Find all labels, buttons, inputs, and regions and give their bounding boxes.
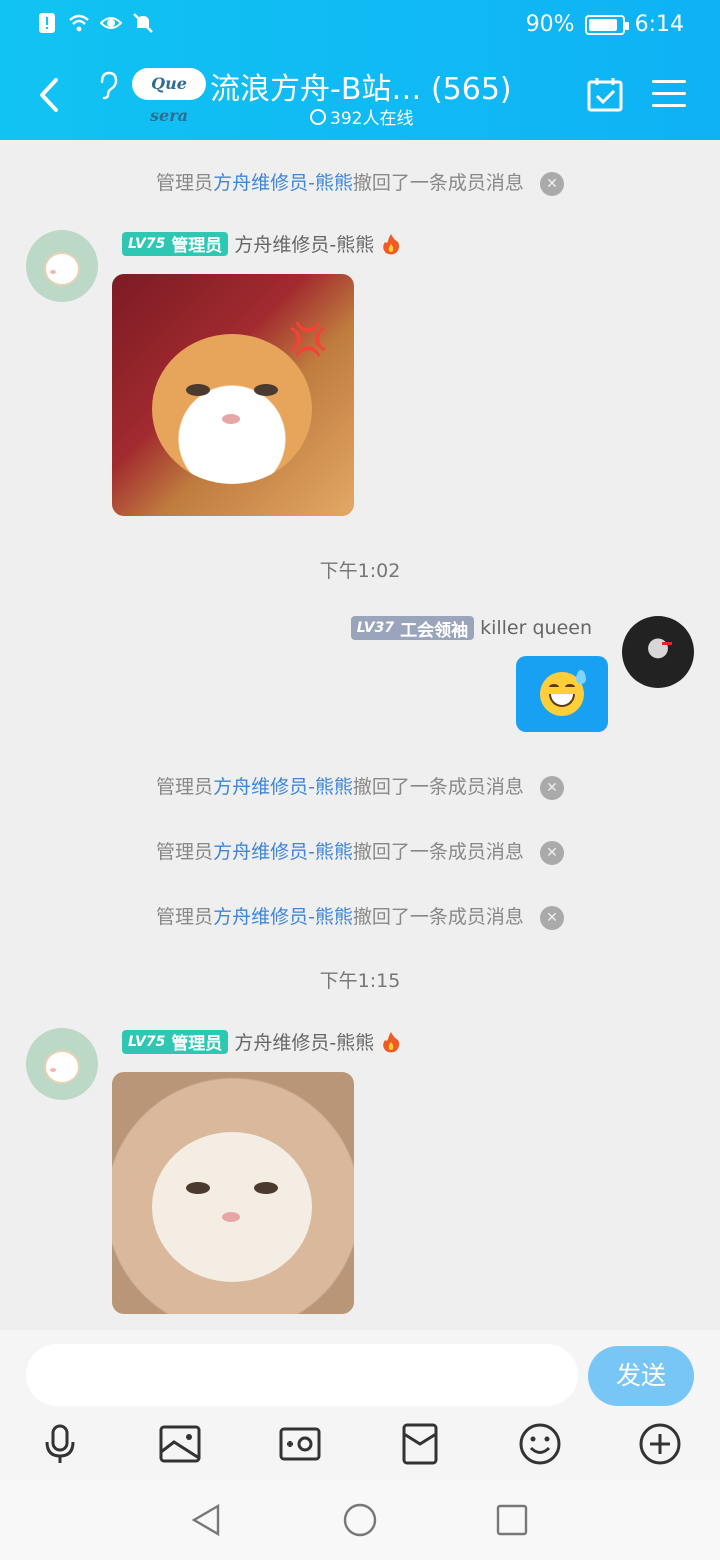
toolbar — [0, 1414, 720, 1480]
group-logo: Que sera — [132, 68, 206, 125]
calendar-check-icon[interactable] — [586, 76, 624, 114]
sender-row: LV37 工会领袖 killer queen — [350, 616, 592, 641]
recall-prefix: 管理员 — [156, 906, 214, 928]
system-nav-bar — [0, 1480, 720, 1560]
camera-icon[interactable] — [278, 1422, 322, 1466]
online-indicator-icon — [310, 108, 326, 125]
timestamp: 下午1:02 — [319, 560, 401, 582]
avatar[interactable] — [622, 616, 694, 688]
input-bar: 发送 — [0, 1330, 720, 1480]
back-arrow-icon[interactable] — [30, 72, 70, 118]
recall-notice: 管理员方舟维修员-熊熊撤回了一条成员消息 ✕ — [0, 772, 720, 800]
menu-icon[interactable] — [652, 80, 686, 108]
recall-suffix: 撤回了一条成员消息 — [352, 776, 524, 798]
sweat-smile-emoji-icon — [540, 670, 586, 716]
anger-mark-icon: 💢 — [288, 320, 328, 358]
wifi-icon — [69, 14, 89, 32]
message-input[interactable] — [26, 1344, 578, 1406]
red-packet-icon[interactable] — [398, 1422, 442, 1466]
online-count: 392人在线 — [310, 104, 413, 129]
level-badge: LV75 管理员 — [122, 1029, 229, 1054]
recall-suffix: 撤回了一条成员消息 — [352, 172, 524, 194]
timestamp: 下午1:15 — [319, 970, 401, 992]
sender-name[interactable]: killer queen — [480, 617, 592, 639]
fire-icon — [383, 1031, 400, 1052]
sticker-image[interactable]: 💢 — [112, 274, 354, 516]
battery-percent: 90% — [525, 12, 575, 37]
recall-suffix: 撤回了一条成员消息 — [352, 906, 524, 928]
online-text: 392人在线 — [330, 109, 414, 129]
recall-notice: 管理员方舟维修员-熊熊撤回了一条成员消息 ✕ — [0, 168, 720, 196]
recall-prefix: 管理员 — [156, 776, 214, 798]
alert-icon — [39, 13, 55, 33]
nav-bar: Que sera 流浪方舟-B站… (565) 392人在线 — [0, 50, 720, 140]
avatar[interactable] — [26, 1028, 98, 1100]
fire-icon — [383, 233, 400, 254]
avatar[interactable] — [26, 230, 98, 302]
plus-icon[interactable] — [638, 1422, 682, 1466]
eye-icon — [100, 17, 122, 29]
level-badge: LV75 管理员 — [122, 231, 229, 256]
nav-back-icon[interactable] — [188, 1502, 224, 1538]
chat-area[interactable]: 管理员方舟维修员-熊熊撤回了一条成员消息 ✕ LV75 管理员 方舟维修员-熊熊 💢… — [0, 140, 720, 1330]
recall-notice: 管理员方舟维修员-熊熊撤回了一条成员消息 ✕ — [0, 902, 720, 930]
sender-name[interactable]: 方舟维修员-熊熊 — [234, 1028, 374, 1055]
recall-prefix: 管理员 — [156, 172, 214, 194]
send-button[interactable]: 发送 — [588, 1346, 694, 1406]
close-icon[interactable]: ✕ — [539, 905, 564, 930]
sender-row: LV75 管理员 方舟维修员-熊熊 — [122, 230, 402, 257]
emoji-icon[interactable] — [518, 1422, 562, 1466]
sticker-image[interactable] — [112, 1072, 354, 1314]
battery-icon — [584, 14, 629, 35]
header: 90% 6:14 Que sera 流浪方舟-B站… (565) 392人在线 — [0, 0, 720, 140]
ear-icon[interactable] — [94, 70, 122, 100]
recall-prefix: 管理员 — [156, 841, 214, 863]
battery-fill — [588, 18, 618, 31]
mute-bell-icon — [133, 13, 153, 33]
nav-recents-icon[interactable] — [494, 1502, 530, 1538]
nav-home-icon[interactable] — [342, 1502, 378, 1538]
recall-admin-name[interactable]: 方舟维修员-熊熊 — [213, 776, 353, 798]
recall-admin-name[interactable]: 方舟维修员-熊熊 — [213, 906, 353, 928]
picture-icon[interactable] — [158, 1422, 202, 1466]
recall-admin-name[interactable]: 方舟维修员-熊熊 — [213, 841, 353, 863]
clock: 6:14 — [634, 12, 684, 37]
close-icon[interactable]: ✕ — [539, 171, 564, 196]
recall-admin-name[interactable]: 方舟维修员-熊熊 — [213, 172, 353, 194]
close-icon[interactable]: ✕ — [539, 775, 564, 800]
recall-notice: 管理员方舟维修员-熊熊撤回了一条成员消息 ✕ — [0, 837, 720, 865]
level-badge: LV37 工会领袖 — [350, 616, 475, 641]
message-bubble[interactable] — [516, 656, 608, 732]
sender-name[interactable]: 方舟维修员-熊熊 — [234, 230, 374, 257]
recall-suffix: 撤回了一条成员消息 — [352, 841, 524, 863]
group-title[interactable]: 流浪方舟-B站… (565) — [210, 64, 512, 108]
status-bar: 90% 6:14 — [0, 0, 720, 50]
sender-row: LV75 管理员 方舟维修员-熊熊 — [122, 1028, 402, 1055]
close-icon[interactable]: ✕ — [539, 840, 564, 865]
microphone-icon[interactable] — [38, 1422, 82, 1466]
